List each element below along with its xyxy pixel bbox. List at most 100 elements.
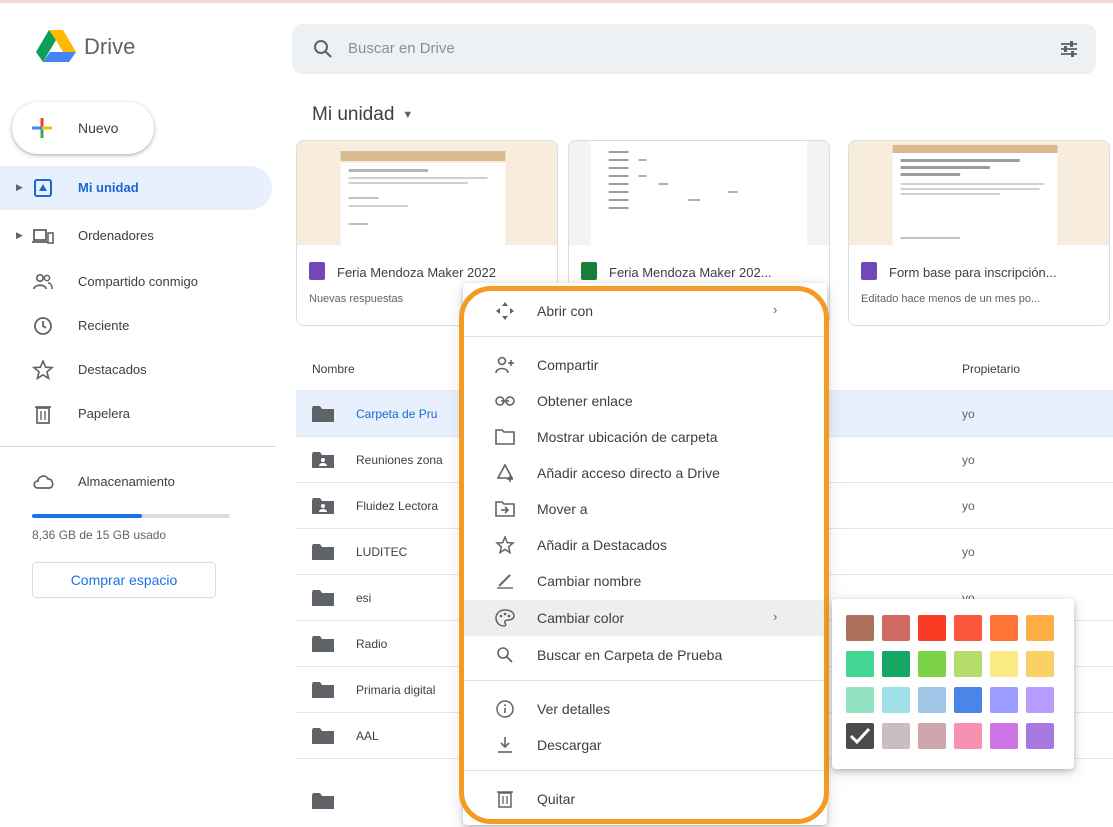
color-swatch[interactable]: [882, 615, 910, 641]
folder-icon: [312, 728, 334, 744]
computers-icon: [32, 229, 54, 244]
drive-logo-icon: [36, 30, 76, 62]
color-swatch[interactable]: [846, 723, 874, 749]
sidebar-item-label: Destacados: [78, 362, 147, 377]
color-swatch[interactable]: [918, 723, 946, 749]
color-swatch[interactable]: [954, 723, 982, 749]
color-swatch[interactable]: [990, 651, 1018, 677]
cloud-icon: [33, 475, 54, 489]
folder-icon: [312, 636, 334, 652]
file-name: Primaria digital: [356, 683, 436, 697]
color-swatch[interactable]: [918, 687, 946, 713]
color-swatch[interactable]: [1026, 687, 1054, 713]
file-owner: yo: [962, 453, 975, 467]
folder-icon: [312, 544, 334, 560]
sidebar-item-label: Reciente: [78, 318, 130, 333]
sidebar-item-label: Compartido conmigo: [78, 274, 198, 289]
file-name: LUDITEC: [356, 545, 408, 559]
storage-label[interactable]: Almacenamiento: [78, 474, 175, 489]
checkmark-icon: [849, 727, 871, 745]
sheets-icon: [581, 262, 597, 280]
column-header-name[interactable]: Nombre: [312, 362, 355, 376]
folder-icon: [312, 793, 334, 809]
trash-icon: [35, 406, 51, 424]
color-swatch[interactable]: [1026, 723, 1054, 749]
storage-usage-fill: [32, 514, 143, 518]
expand-caret-icon[interactable]: ▶: [16, 182, 23, 193]
search-icon: [314, 40, 332, 58]
search-bar[interactable]: Buscar en Drive: [292, 24, 1096, 74]
sidebar-item-shared[interactable]: Compartido conmigo: [0, 260, 272, 304]
page-title[interactable]: Mi unidad ▼: [312, 104, 413, 126]
color-swatch[interactable]: [954, 651, 982, 677]
shared-icon: [33, 273, 53, 290]
color-swatch[interactable]: [918, 615, 946, 641]
suggested-file-card[interactable]: Form base para inscripción... Editado ha…: [848, 140, 1110, 326]
color-swatch[interactable]: [882, 687, 910, 713]
color-swatch[interactable]: [846, 687, 874, 713]
file-name: Fluidez Lectora: [356, 499, 439, 513]
file-name: esi: [356, 591, 372, 605]
expand-caret-icon[interactable]: ▶: [16, 230, 23, 241]
buy-storage-button[interactable]: Comprar espacio: [32, 562, 216, 598]
card-title: Feria Mendoza Maker 202...: [609, 265, 772, 280]
page-title-text: Mi unidad: [312, 104, 395, 125]
file-owner: yo: [962, 499, 975, 513]
storage-usage-bar: [32, 514, 230, 518]
star-icon: [32, 360, 54, 380]
storage-usage-text: 8,36 GB de 15 GB usado: [32, 528, 167, 542]
sidebar-divider: [0, 446, 276, 447]
clock-icon: [34, 317, 52, 335]
plus-icon: [32, 118, 52, 138]
card-title: Form base para inscripción...: [889, 265, 1057, 280]
color-swatch[interactable]: [954, 687, 982, 713]
folder-icon: [312, 590, 334, 606]
color-swatch[interactable]: [846, 615, 874, 641]
color-swatch[interactable]: [954, 615, 982, 641]
app-name: Drive: [84, 34, 136, 59]
new-button-label: Nuevo: [78, 120, 119, 136]
file-name: AAL: [356, 729, 379, 743]
search-placeholder: Buscar en Drive: [348, 40, 455, 57]
shared-folder-icon: [312, 452, 334, 468]
shared-folder-icon: [312, 498, 334, 514]
color-swatch[interactable]: [882, 651, 910, 677]
card-subtitle: Editado hace menos de un mes po...: [861, 293, 1041, 305]
file-thumbnail: [297, 141, 557, 245]
color-swatch[interactable]: [882, 723, 910, 749]
file-name: Carpeta de Pru: [356, 407, 438, 421]
sidebar-item-trash[interactable]: Papelera: [0, 392, 272, 436]
forms-icon: [309, 262, 325, 280]
file-name: Reuniones zona: [356, 453, 443, 467]
file-owner: yo: [962, 407, 975, 421]
color-swatch[interactable]: [990, 723, 1018, 749]
color-swatch[interactable]: [990, 615, 1018, 641]
color-swatch[interactable]: [1026, 615, 1054, 641]
file-name: Radio: [356, 637, 388, 651]
color-palette-submenu: [832, 599, 1074, 769]
folder-icon: [312, 682, 334, 698]
forms-icon: [861, 262, 877, 280]
column-header-owner[interactable]: Propietario: [962, 362, 1020, 376]
folder-icon: [312, 406, 334, 422]
sidebar-item-label: Mi unidad: [78, 180, 139, 195]
color-swatch[interactable]: [990, 687, 1018, 713]
sidebar-item-starred[interactable]: Destacados: [0, 348, 272, 392]
color-swatch[interactable]: [1026, 651, 1054, 677]
sidebar-item-label: Papelera: [78, 406, 131, 421]
search-options-icon[interactable]: [1058, 38, 1080, 60]
new-button[interactable]: Nuevo: [12, 102, 154, 154]
color-swatch[interactable]: [918, 651, 946, 677]
sidebar-item-my-drive[interactable]: ▶ Mi unidad: [0, 166, 272, 210]
file-thumbnail: [569, 141, 829, 245]
top-edge: [0, 0, 1113, 3]
file-owner: yo: [962, 545, 975, 559]
sidebar-item-recent[interactable]: Reciente: [0, 304, 272, 348]
file-thumbnail: [849, 141, 1109, 245]
card-title: Feria Mendoza Maker 2022: [337, 265, 496, 280]
chevron-down-icon: ▼: [402, 108, 414, 121]
sidebar-item-label: Ordenadores: [78, 228, 154, 243]
sidebar-item-computers[interactable]: ▶ Ordenadores: [0, 214, 272, 258]
color-swatch[interactable]: [846, 651, 874, 677]
drive-icon: [34, 179, 52, 197]
